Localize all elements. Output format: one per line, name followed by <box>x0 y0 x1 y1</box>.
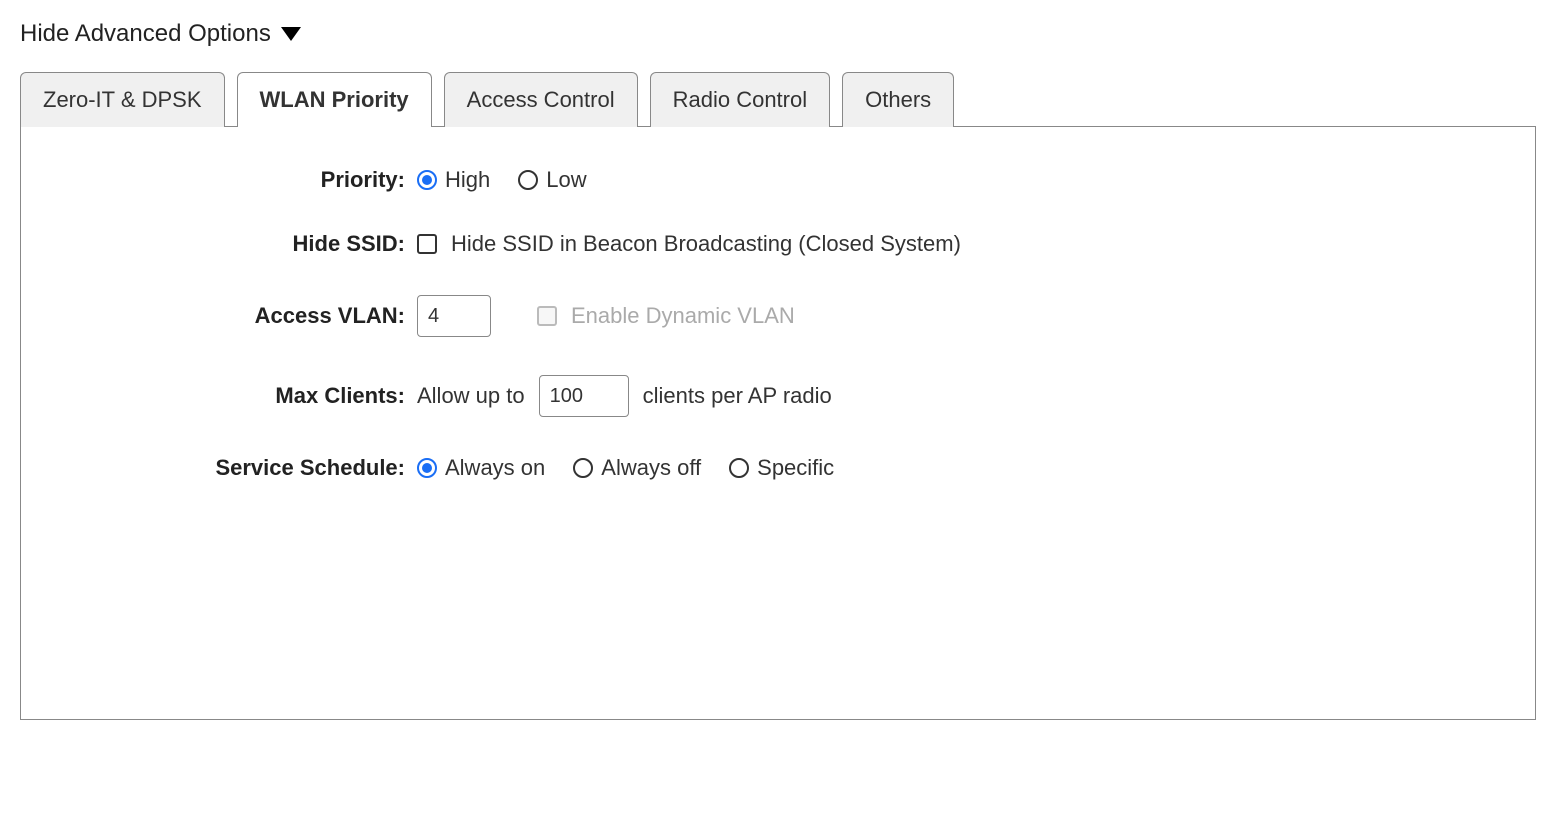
service-schedule-label: Service Schedule: <box>57 455 417 481</box>
tab-radio-control[interactable]: Radio Control <box>650 72 831 127</box>
priority-low-radio[interactable]: Low <box>518 167 586 193</box>
hide-ssid-label: Hide SSID: <box>57 231 417 257</box>
access-vlan-input[interactable] <box>417 295 491 337</box>
schedule-always-off-label: Always off <box>601 455 701 481</box>
dynamic-vlan-label: Enable Dynamic VLAN <box>571 303 795 329</box>
tab-others[interactable]: Others <box>842 72 954 127</box>
schedule-specific-label: Specific <box>757 455 834 481</box>
priority-high-label: High <box>445 167 490 193</box>
field-priority: Priority: High Low <box>57 167 1499 193</box>
max-clients-input[interactable] <box>539 375 629 417</box>
priority-low-label: Low <box>546 167 586 193</box>
chevron-down-icon <box>281 27 301 41</box>
priority-high-radio[interactable]: High <box>417 167 490 193</box>
max-clients-suffix: clients per AP radio <box>643 383 832 409</box>
schedule-always-on-label: Always on <box>445 455 545 481</box>
schedule-specific-radio[interactable]: Specific <box>729 455 834 481</box>
max-clients-label: Max Clients: <box>57 383 417 409</box>
advanced-options-tabs: Zero-IT & DPSK WLAN Priority Access Cont… <box>20 72 1536 720</box>
hide-advanced-options-label: Hide Advanced Options <box>20 20 271 48</box>
wlan-priority-panel: Priority: High Low Hide SSID: Hide SSID … <box>20 126 1536 720</box>
field-max-clients: Max Clients: Allow up to clients per AP … <box>57 375 1499 417</box>
field-hide-ssid: Hide SSID: Hide SSID in Beacon Broadcast… <box>57 231 1499 257</box>
hide-ssid-checkbox[interactable] <box>417 234 437 254</box>
max-clients-prefix: Allow up to <box>417 383 525 409</box>
tab-access-control[interactable]: Access Control <box>444 72 638 127</box>
schedule-always-on-radio[interactable]: Always on <box>417 455 545 481</box>
schedule-always-off-radio[interactable]: Always off <box>573 455 701 481</box>
tab-wlan-priority[interactable]: WLAN Priority <box>237 72 432 127</box>
field-access-vlan: Access VLAN: Enable Dynamic VLAN <box>57 295 1499 337</box>
hide-ssid-checkbox-label: Hide SSID in Beacon Broadcasting (Closed… <box>451 231 961 257</box>
priority-label: Priority: <box>57 167 417 193</box>
access-vlan-label: Access VLAN: <box>57 303 417 329</box>
tab-zero-it-dpsk[interactable]: Zero-IT & DPSK <box>20 72 225 127</box>
field-service-schedule: Service Schedule: Always on Always off S… <box>57 455 1499 481</box>
dynamic-vlan-checkbox <box>537 306 557 326</box>
hide-advanced-options-toggle[interactable]: Hide Advanced Options <box>20 20 1536 48</box>
